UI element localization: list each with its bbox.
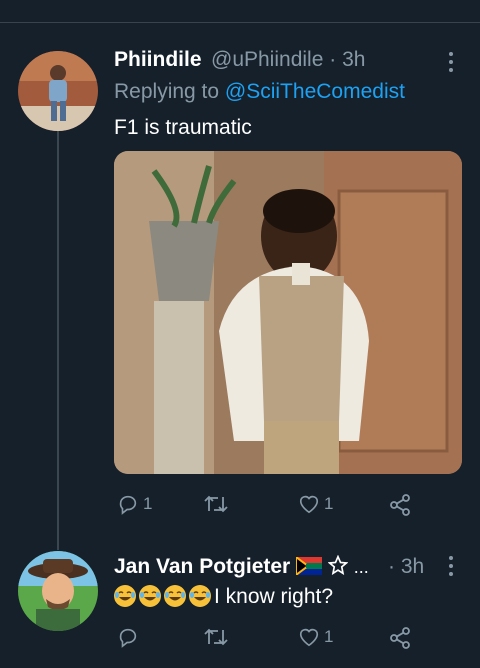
more-icon[interactable]: [446, 52, 456, 76]
share-button[interactable]: [388, 493, 412, 517]
tweet-text: F1 is traumatic: [114, 116, 252, 139]
like-count: 1: [324, 627, 334, 646]
tweet-image[interactable]: [114, 151, 462, 474]
laughing-emoji-icon: [114, 585, 136, 607]
share-icon: [390, 494, 410, 516]
reply-icon: [119, 628, 137, 648]
star-icon: [327, 554, 349, 576]
flag-icon: [295, 555, 323, 577]
laughing-emoji-icon: [139, 585, 161, 607]
like-count: 1: [324, 494, 334, 513]
replying-to-link[interactable]: @SciiTheComedist: [225, 80, 405, 103]
display-name[interactable]: Phiindile: [114, 48, 202, 72]
thread-connector-line: [57, 130, 59, 550]
like-button[interactable]: 1: [298, 493, 333, 515]
retweet-button[interactable]: [203, 626, 229, 648]
display-name[interactable]: Jan Van Potgieter: [114, 555, 290, 578]
retweet-button[interactable]: [203, 493, 229, 515]
reply-button[interactable]: 1: [117, 493, 152, 515]
reply-icon: [119, 495, 137, 515]
tweet-header: Jan Van Potgieter ...: [114, 554, 369, 579]
timestamp[interactable]: 3h: [401, 555, 424, 578]
meta-separator: ·: [329, 48, 337, 71]
share-icon: [390, 627, 410, 649]
more-icon[interactable]: [446, 556, 456, 580]
tweet-meta: @uPhiindile · 3h: [211, 48, 365, 72]
retweet-icon: [204, 628, 228, 646]
top-divider: [0, 22, 480, 23]
handle[interactable]: @uPhiindile: [211, 48, 323, 71]
replying-to: Replying to @SciiTheComedist: [114, 80, 405, 104]
like-icon: [299, 628, 319, 647]
tweet-meta: · 3h: [388, 555, 424, 579]
reply-count: 1: [143, 494, 153, 513]
meta-separator: ·: [388, 555, 395, 578]
laughing-emoji-icon: [189, 585, 211, 607]
tweet-text-line: I know right?: [114, 585, 333, 609]
share-button[interactable]: [388, 626, 412, 650]
replying-prefix: Replying to: [114, 80, 220, 103]
reply-button[interactable]: [117, 626, 139, 648]
like-button[interactable]: 1: [298, 626, 333, 648]
avatar[interactable]: [18, 551, 98, 631]
retweet-icon: [204, 495, 228, 513]
tweet-text: I know right?: [214, 585, 334, 608]
like-icon: [299, 495, 319, 514]
avatar[interactable]: [18, 51, 98, 131]
timestamp[interactable]: 3h: [342, 48, 365, 71]
name-ellipsis: ...: [353, 557, 369, 577]
laughing-emoji-icon: [164, 585, 186, 607]
